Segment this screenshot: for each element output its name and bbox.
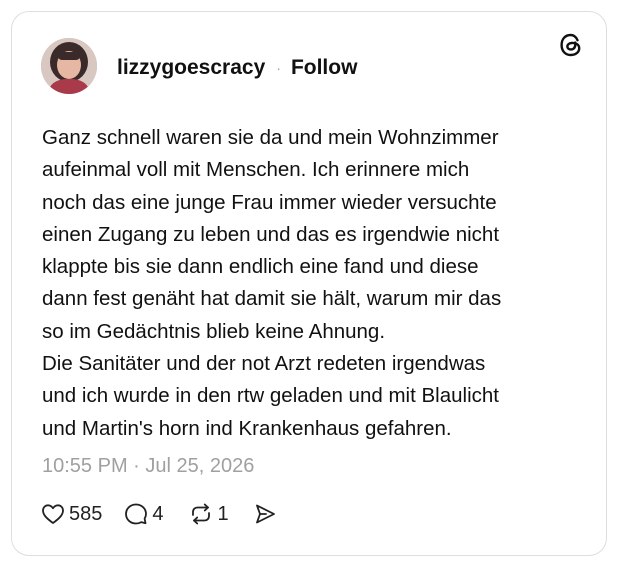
comment-count: 4 [152,502,164,525]
post-header: lizzygoescracy · Follow [117,56,357,80]
follow-button[interactable]: Follow [291,56,358,80]
like-count: 585 [69,502,103,525]
post-text-line: dann fest genäht hat damit sie hält, war… [42,287,502,311]
username[interactable]: lizzygoescracy [117,56,265,80]
comment-bubble-icon [124,502,148,526]
post-text-line: Ganz schnell waren sie da und mein Wohnz… [42,126,499,149]
post-text-line: aufeinmal voll mit Menschen. Ich erinner… [42,158,470,182]
repost-count: 1 [217,502,229,525]
repost-icon [188,502,214,526]
post-text-line: Die Sanitäter und der not Arzt redeten i… [42,352,486,376]
post-card: lizzygoescracy · Follow Ganz schnell war… [11,11,607,556]
share-send-icon [253,502,277,526]
action-bar: 585 4 1 [41,502,277,526]
threads-logo-icon[interactable] [558,32,584,58]
post-text-line: klappte bis sie dann endlich eine fand u… [42,255,479,279]
post-text-line: noch das eine junge Frau immer wieder ve… [42,190,497,214]
repost-button[interactable]: 1 [188,502,229,526]
header-separator: · [276,60,281,76]
like-button[interactable]: 585 [41,503,102,526]
heart-icon [41,503,65,525]
comment-button[interactable]: 4 [124,502,164,526]
post-text-line: einen Zugang zu leben und das es irgendw… [42,222,500,246]
avatar-image [41,38,97,94]
post-text-line: und ich wurde in den rtw geladen und mit… [42,384,499,408]
post-timestamp[interactable]: 10:55 PM · Jul 25, 2026 [42,455,254,478]
post-text-line: so im Gedächtnis blieb keine Ahnung. [42,319,386,343]
share-button[interactable] [253,502,277,526]
post-text-line: und Martin's horn ind Krankenhaus gefahr… [42,416,452,440]
post-text: Ganz schnell waren sie da und mein Wohnz… [42,122,582,445]
avatar[interactable] [41,38,97,94]
